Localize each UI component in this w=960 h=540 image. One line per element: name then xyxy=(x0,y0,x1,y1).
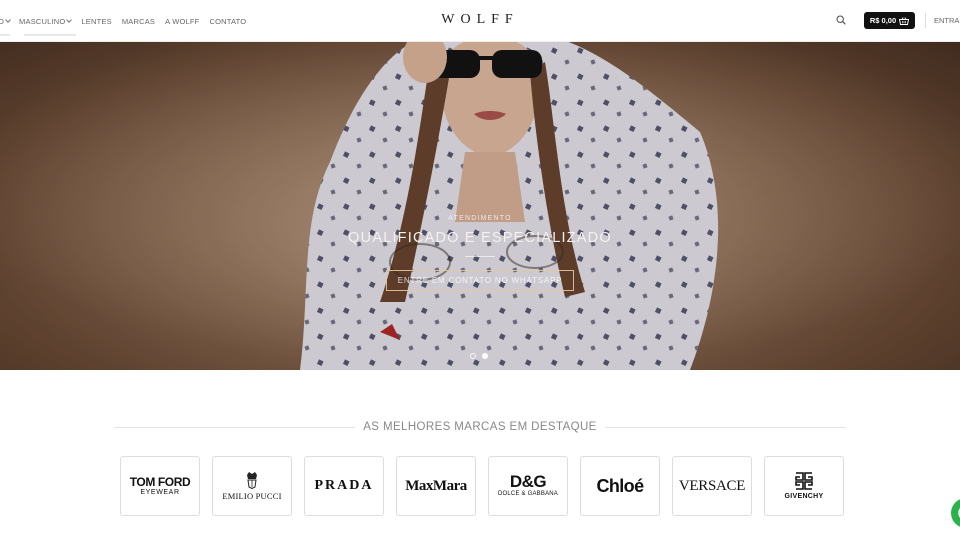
slider-dot-1[interactable] xyxy=(470,353,476,359)
nav-hover-indicator xyxy=(24,34,76,36)
nav-item-a-wolff[interactable]: A WOLFF xyxy=(165,17,199,26)
brand-card-tom-ford[interactable]: TOM FORD EYEWEAR xyxy=(120,456,200,516)
cart-button[interactable]: R$ 0,00 xyxy=(864,12,915,29)
givenchy-emblem-icon xyxy=(795,472,813,490)
site-logo[interactable]: WOLFF xyxy=(441,12,518,28)
chevron-down-icon xyxy=(66,16,73,23)
whatsapp-chat-button[interactable] xyxy=(951,498,960,528)
brands-section-title: AS MELHORES MARCAS EM DESTAQUE xyxy=(355,421,605,433)
hero-divider xyxy=(465,256,495,257)
nav-hover-indicator xyxy=(0,34,10,36)
brand-card-prada[interactable]: PRADA xyxy=(304,456,384,516)
nav-item-lentes[interactable]: LENTES xyxy=(81,17,111,26)
nav-item-contato[interactable]: CONTATO xyxy=(209,17,246,26)
brand-name: MaxMara xyxy=(405,477,467,494)
login-link[interactable]: ENTRA xyxy=(934,16,959,25)
slider-dots xyxy=(470,353,488,359)
brand-name: EMILIO PUCCI xyxy=(222,491,282,501)
nav-item-masculino[interactable]: MASCULINO xyxy=(19,16,73,26)
brand-name: GIVENCHY xyxy=(784,493,824,500)
brand-card-emilio-pucci[interactable]: EMILIO PUCCI xyxy=(212,456,292,516)
basket-icon xyxy=(899,16,910,25)
brand-name: TOM FORD xyxy=(129,474,191,489)
hero-slider: ATENDIMENTO QUALIFICADO E ESPECIALIZADO … xyxy=(0,42,960,370)
header-divider xyxy=(925,13,926,28)
nav-item-cut-off[interactable]: O xyxy=(0,16,11,26)
nav-item-marcas[interactable]: MARCAS xyxy=(122,17,155,26)
slider-dot-2[interactable] xyxy=(482,353,488,359)
brand-name: PRADA xyxy=(314,478,374,493)
brand-card-maxmara[interactable]: MaxMara xyxy=(396,456,476,516)
brand-card-chloe[interactable]: Chloé xyxy=(580,456,660,516)
brand-card-versace[interactable]: VERSACE xyxy=(672,456,752,516)
cart-amount: R$ 0,00 xyxy=(869,16,897,25)
brand-subtitle: EYEWEAR xyxy=(140,488,180,496)
whatsapp-icon xyxy=(958,508,960,518)
brand-card-givenchy[interactable]: GIVENCHY xyxy=(764,456,844,516)
hero-title: QUALIFICADO E ESPECIALIZADO xyxy=(348,230,612,246)
brand-card-dolce-gabbana[interactable]: D&G DOLCE & GABBANA xyxy=(488,456,568,516)
whatsapp-contact-button[interactable]: ENTRE EM CONTATO NO WHATSAPP xyxy=(386,270,574,291)
brand-name: VERSACE xyxy=(678,477,746,494)
brand-name: Chloé xyxy=(596,475,644,496)
crest-icon xyxy=(247,472,257,489)
hero-eyebrow: ATENDIMENTO xyxy=(448,215,512,222)
hero-overlay xyxy=(0,42,960,370)
brand-subtitle: DOLCE & GABBANA xyxy=(497,491,559,497)
search-icon[interactable] xyxy=(836,15,846,25)
site-header: O MASCULINO LENTES MARCAS A WOLFF CONTAT… xyxy=(0,0,960,42)
chevron-down-icon xyxy=(5,16,11,23)
brand-name: D&G xyxy=(509,472,547,491)
